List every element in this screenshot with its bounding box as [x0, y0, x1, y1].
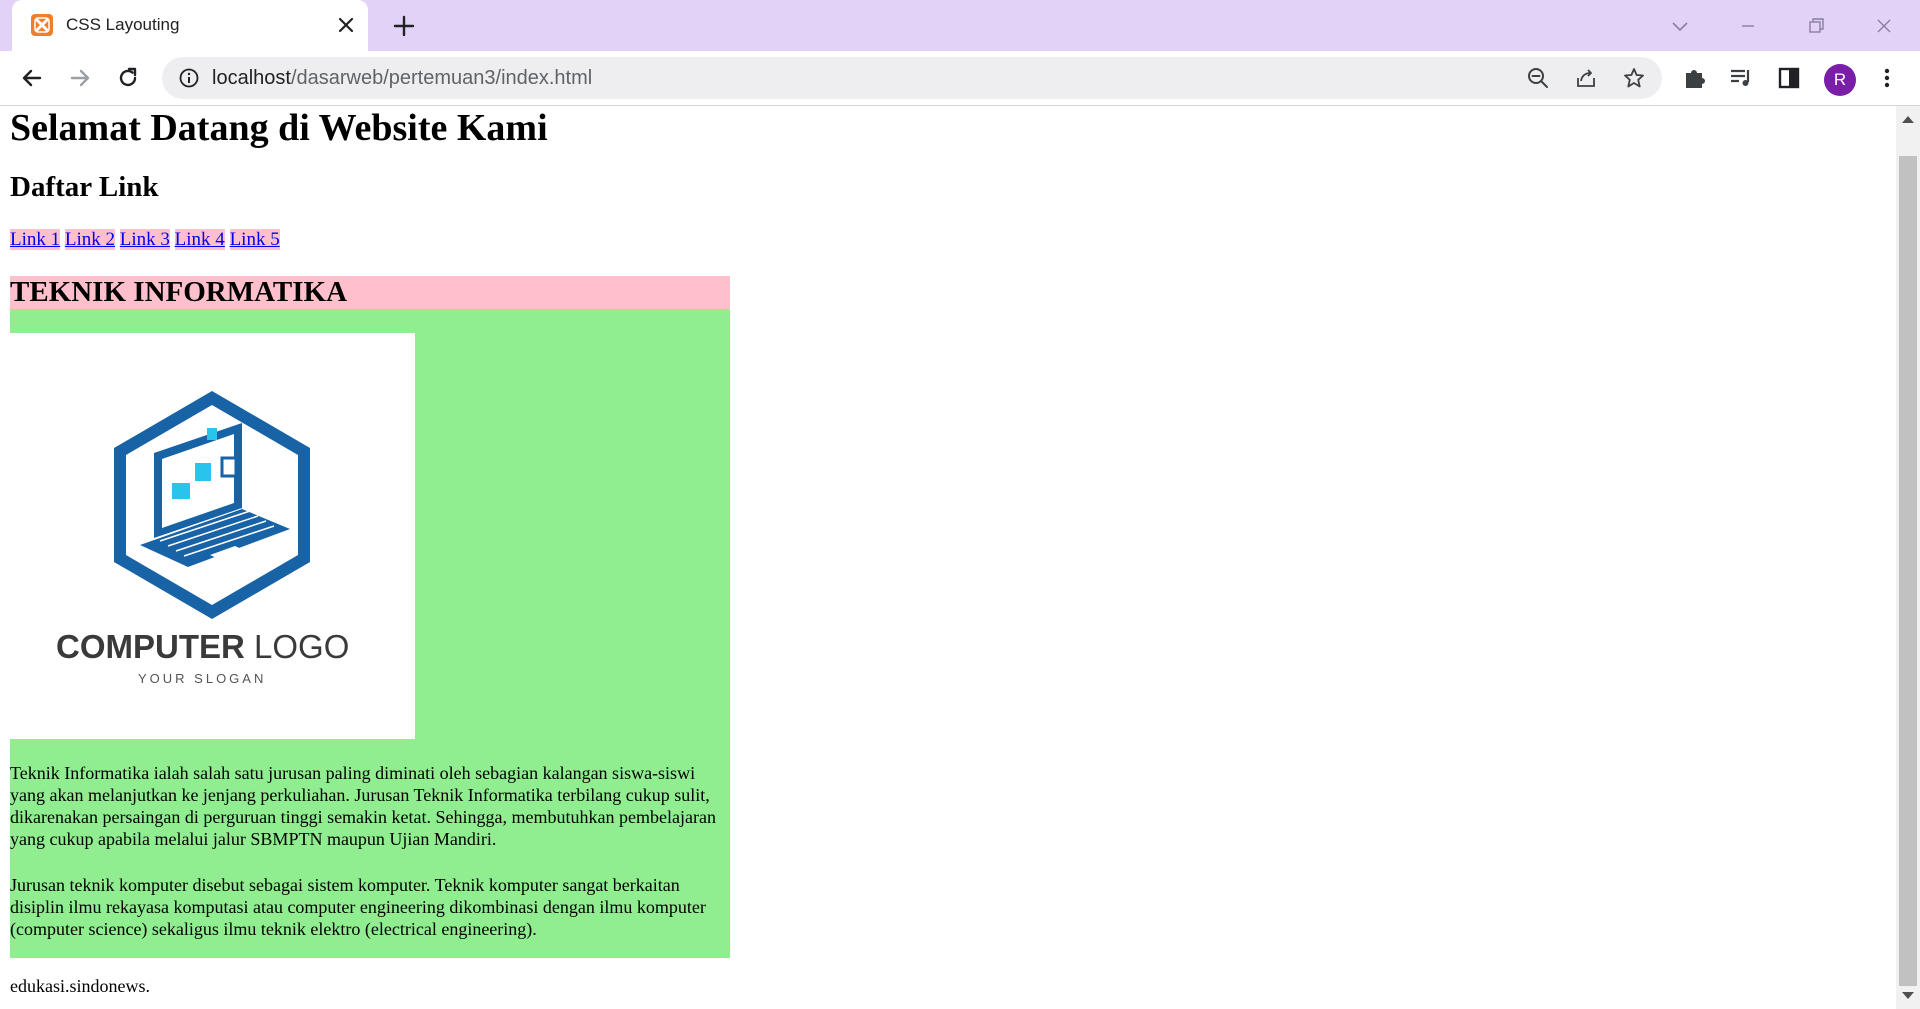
url-host: localhost [212, 67, 291, 89]
zoom-out-icon[interactable] [1526, 66, 1550, 90]
menu-kebab-icon[interactable] [1874, 65, 1900, 91]
link-list: Link 1 Link 2 Link 3 Link 4 Link 5 [10, 229, 280, 251]
bookmark-star-icon[interactable] [1622, 66, 1646, 90]
url-path: /dasarweb/pertemuan3/index.html [290, 67, 593, 89]
tab-strip: CSS Layouting [0, 0, 1920, 51]
logo-slogan: YOUR SLOGAN [138, 671, 266, 686]
computer-logo-image: COMPUTER LOGO YOUR SLOGAN [10, 333, 415, 739]
content-section: TEKNIK INFORMATIKA COMPUTER LOGO YOUR SL… [10, 276, 730, 958]
vertical-scrollbar[interactable] [1896, 106, 1920, 1009]
minimize-icon[interactable] [1736, 14, 1760, 38]
restore-icon[interactable] [1804, 14, 1828, 38]
link-1[interactable]: Link 1 [10, 229, 61, 250]
share-icon[interactable] [1574, 66, 1598, 90]
paragraph-2: Jurusan teknik komputer disebut sebagai … [10, 875, 706, 939]
profile-avatar[interactable]: R [1824, 64, 1856, 96]
side-panel-icon[interactable] [1776, 65, 1802, 91]
scrollbar-thumb[interactable] [1899, 156, 1917, 986]
laptop-logo-icon: COMPUTER LOGO YOUR SLOGAN [56, 391, 349, 686]
footer-source: edukasi.sindonews. [10, 976, 150, 996]
new-tab-plus-icon[interactable] [390, 12, 418, 40]
back-arrow-icon[interactable] [18, 64, 46, 92]
page-title: Selamat Datang di Website Kami [10, 107, 548, 149]
tab-close-icon[interactable] [334, 13, 358, 37]
section-header: TEKNIK INFORMATIKA [10, 276, 730, 309]
address-bar[interactable]: localhost/dasarweb/pertemuan3/index.html [162, 57, 1662, 99]
xampp-favicon-icon [31, 14, 53, 36]
scroll-up-arrow-icon[interactable] [1902, 116, 1914, 123]
tab-title: CSS Layouting [66, 15, 180, 34]
extensions-puzzle-icon[interactable] [1682, 65, 1708, 91]
close-window-icon[interactable] [1872, 14, 1896, 38]
logo-brand-light: LOGO [254, 628, 349, 665]
site-info-icon[interactable] [178, 67, 200, 89]
media-control-icon[interactable] [1728, 65, 1754, 91]
reload-icon[interactable] [114, 64, 142, 92]
scroll-down-arrow-icon[interactable] [1902, 992, 1914, 999]
browser-toolbar: localhost/dasarweb/pertemuan3/index.html… [0, 51, 1920, 106]
link-3[interactable]: Link 3 [119, 229, 170, 250]
forward-arrow-icon[interactable] [66, 64, 94, 92]
tab-search-chevron-icon[interactable] [1668, 14, 1692, 38]
section-title: TEKNIK INFORMATIKA [10, 276, 348, 308]
url-text[interactable]: localhost/dasarweb/pertemuan3/index.html [212, 67, 592, 90]
link-list-heading: Daftar Link [10, 171, 159, 203]
browser-tab[interactable]: CSS Layouting [12, 0, 368, 51]
paragraph-1: Teknik Informatika ialah salah satu juru… [10, 763, 716, 849]
link-4[interactable]: Link 4 [174, 229, 225, 250]
link-2[interactable]: Link 2 [64, 229, 116, 250]
link-5[interactable]: Link 5 [229, 229, 280, 250]
logo-brand-bold: COMPUTER [56, 628, 245, 665]
page-viewport: Selamat Datang di Website Kami Daftar Li… [0, 106, 1896, 1009]
